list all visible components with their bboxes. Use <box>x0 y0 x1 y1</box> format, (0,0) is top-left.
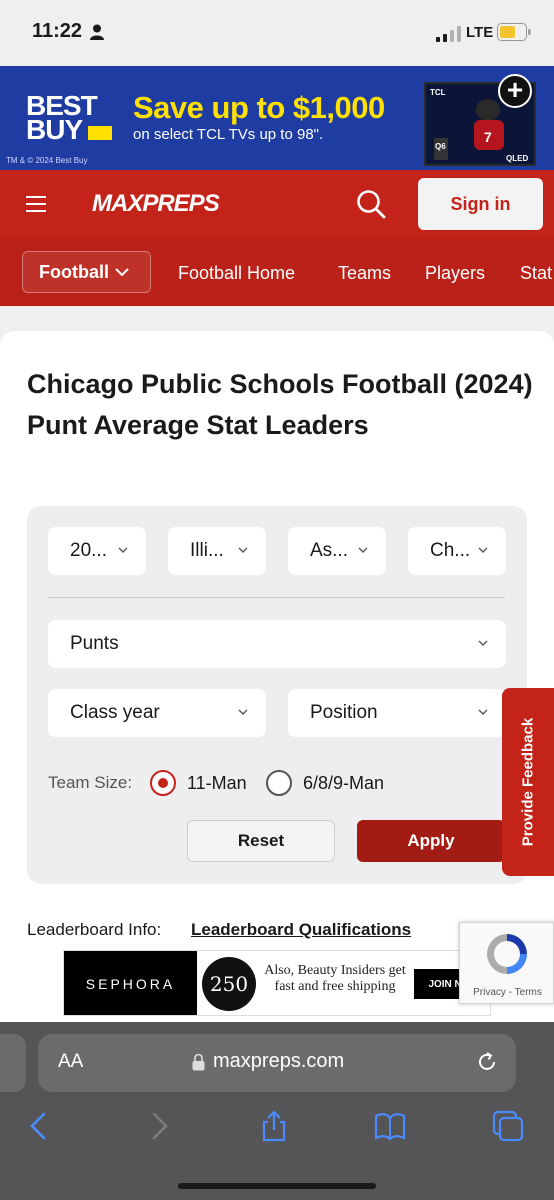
sephora-ad-banner[interactable]: SEPHORA 250 Also, Beauty Insiders get fa… <box>63 950 491 1016</box>
url-text: maxpreps.com <box>213 1050 345 1072</box>
chevron-down-icon <box>478 640 488 646</box>
nav-teams[interactable]: Teams <box>338 263 391 284</box>
team-size-6-8-9-man-radio[interactable] <box>266 770 292 796</box>
sport-selector-label: Football <box>39 261 109 282</box>
maxpreps-logo[interactable]: MAXPREPS <box>92 190 220 218</box>
tv-brand-label: TCL <box>430 88 446 97</box>
sport-selector-button[interactable]: Football <box>22 251 151 293</box>
season-select[interactable]: 20... <box>48 527 146 575</box>
stat-category-value: Punts <box>70 633 119 654</box>
site-header: MAXPREPS Sign in <box>0 170 554 238</box>
apply-button[interactable]: Apply <box>357 820 505 862</box>
sport-sub-nav: Football Football Home Teams Players Sta… <box>0 238 554 306</box>
best-buy-logo: BEST BUY <box>26 90 98 145</box>
sign-in-button[interactable]: Sign in <box>418 178 543 230</box>
recaptcha-icon <box>487 934 527 974</box>
recaptcha-links: Privacy - Terms <box>460 987 554 998</box>
team-size-11-man-label[interactable]: 11-Man <box>187 773 247 794</box>
bookmarks-icon[interactable] <box>374 1110 406 1142</box>
nav-football-home[interactable]: Football Home <box>178 263 295 284</box>
team-size-6-8-9-man-label[interactable]: 6/8/9-Man <box>303 773 384 794</box>
lock-icon <box>192 1053 205 1071</box>
ad-headline: Save up to $1,000 <box>133 90 385 125</box>
best-buy-tag-icon <box>88 126 112 140</box>
network-label: LTE <box>466 24 494 41</box>
search-icon[interactable] <box>356 189 386 219</box>
filter-divider <box>48 597 505 598</box>
previous-tab-peek[interactable] <box>0 1034 26 1092</box>
text-size-button[interactable]: AA <box>58 1051 83 1073</box>
recaptcha-badge[interactable]: Privacy - Terms <box>459 922 554 1004</box>
season-select-value: 20... <box>70 540 107 561</box>
ad-legal-text: TM & © 2024 Best Buy <box>6 156 88 165</box>
feedback-tab-label: Provide Feedback <box>519 717 537 847</box>
recaptcha-privacy-link[interactable]: Privacy <box>473 987 506 998</box>
ad-subline: on select TCL TVs up to 98". <box>133 126 324 143</box>
nav-players[interactable]: Players <box>425 263 485 284</box>
home-indicator <box>178 1183 376 1189</box>
state-select[interactable]: Illi... <box>168 527 266 575</box>
team-size-11-man-radio[interactable] <box>150 770 176 796</box>
svg-text:7: 7 <box>484 129 492 145</box>
best-buy-ad-banner[interactable]: BEST BUY Save up to $1,000 on select TCL… <box>0 66 554 170</box>
back-arrow-icon[interactable] <box>24 1110 56 1142</box>
position-select[interactable]: Position <box>288 689 506 737</box>
chevron-down-icon <box>118 547 128 553</box>
leaderboard-qualifications-link[interactable]: Leaderboard Qualifications <box>191 920 411 940</box>
chevron-down-icon <box>358 547 368 553</box>
state-select-value: Illi... <box>190 540 224 561</box>
chevron-down-icon <box>238 709 248 715</box>
reload-icon[interactable] <box>476 1051 498 1073</box>
signal-icon <box>436 26 461 42</box>
sephora-logo: SEPHORA <box>64 951 197 1015</box>
class-year-select[interactable]: Class year <box>48 689 266 737</box>
battery-icon <box>497 23 531 41</box>
sephora-ad-text: Also, Beauty Insiders get fast and free … <box>264 963 406 994</box>
forward-arrow-icon[interactable] <box>142 1110 174 1142</box>
provide-feedback-tab[interactable]: Provide Feedback <box>502 688 554 876</box>
recaptcha-terms-link[interactable]: Terms <box>515 987 542 998</box>
leaderboard-info-label: Leaderboard Info: <box>27 920 162 939</box>
points-badge: 250 <box>202 957 256 1011</box>
league-select-value: Ch... <box>430 540 471 561</box>
association-select[interactable]: As... <box>288 527 386 575</box>
chevron-down-icon <box>478 709 488 715</box>
chevron-down-icon <box>478 547 488 553</box>
nav-stats[interactable]: Stat <box>520 263 552 284</box>
stat-category-select[interactable]: Punts <box>48 620 506 668</box>
league-select[interactable]: Ch... <box>408 527 506 575</box>
class-year-placeholder: Class year <box>70 702 160 723</box>
chevron-down-icon <box>115 267 129 276</box>
team-size-label: Team Size: <box>48 773 133 792</box>
address-bar[interactable]: AA maxpreps.com <box>38 1034 516 1092</box>
share-icon[interactable] <box>258 1110 290 1142</box>
page-title: Chicago Public Schools Football (2024) P… <box>27 369 533 440</box>
person-icon <box>90 24 104 40</box>
status-bar: 11:22 LTE <box>0 0 554 66</box>
status-time: 11:22 <box>32 20 83 42</box>
chevron-down-icon <box>238 547 248 553</box>
tv-model-label: Q6 <box>435 142 446 151</box>
reset-button[interactable]: Reset <box>187 820 335 862</box>
tabs-icon[interactable] <box>492 1110 524 1142</box>
ad-expand-plus-icon[interactable]: + <box>498 74 532 108</box>
association-select-value: As... <box>310 540 349 561</box>
position-placeholder: Position <box>310 702 378 723</box>
recaptcha-separator: - <box>505 987 515 998</box>
hamburger-menu-icon[interactable] <box>26 196 46 212</box>
tv-badge-label: QLED <box>506 154 529 163</box>
